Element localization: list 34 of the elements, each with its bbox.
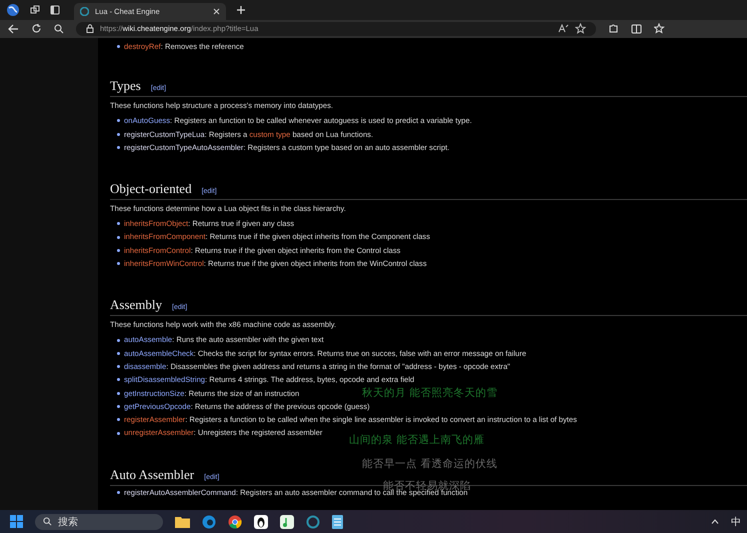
workspaces-icon[interactable] bbox=[30, 5, 40, 15]
penguin-icon[interactable] bbox=[254, 514, 268, 528]
browser-icon[interactable] bbox=[202, 514, 216, 528]
start-icon[interactable] bbox=[10, 515, 23, 528]
section-heading: Assembly bbox=[110, 297, 162, 314]
favorites-icon[interactable] bbox=[654, 23, 665, 34]
engine-app-icon[interactable] bbox=[306, 514, 320, 528]
folder-icon[interactable] bbox=[175, 515, 190, 528]
music-note-icon[interactable] bbox=[280, 514, 294, 528]
search-icon[interactable] bbox=[54, 24, 64, 34]
notepad-icon[interactable] bbox=[332, 514, 343, 528]
chrome-icon[interactable] bbox=[228, 514, 242, 528]
section-heading: Object-oriented bbox=[110, 181, 192, 198]
tab-actions-icon[interactable] bbox=[50, 5, 60, 15]
lyric-line: 能否早一点 看透命运的伏线 bbox=[362, 458, 498, 470]
lyric-line: 秋天的月 能否照亮冬天的雪 bbox=[362, 387, 498, 399]
section-heading: Types bbox=[110, 78, 141, 94]
globe-icon[interactable] bbox=[6, 3, 20, 17]
read-aloud-icon[interactable] bbox=[558, 24, 569, 33]
chevron-up-icon[interactable] bbox=[711, 519, 719, 524]
input-method-indicator[interactable]: 中 bbox=[731, 514, 741, 528]
extensions-icon[interactable] bbox=[608, 23, 619, 34]
lyric-line: 山间的泉 能否遇上南飞的雁 bbox=[349, 434, 484, 446]
taskbar-search-field[interactable]: 搜索 bbox=[35, 514, 163, 530]
close-icon[interactable] bbox=[213, 8, 220, 15]
search-icon bbox=[43, 517, 52, 526]
site-favicon-icon bbox=[80, 7, 89, 16]
split-screen-icon[interactable] bbox=[631, 24, 642, 34]
back-arrow-icon[interactable] bbox=[8, 24, 19, 34]
new-tab-icon[interactable] bbox=[236, 5, 246, 15]
reload-icon[interactable] bbox=[31, 23, 42, 34]
section-heading: Auto Assembler bbox=[110, 466, 194, 483]
star-icon[interactable] bbox=[575, 23, 586, 34]
lock-icon bbox=[86, 24, 94, 33]
